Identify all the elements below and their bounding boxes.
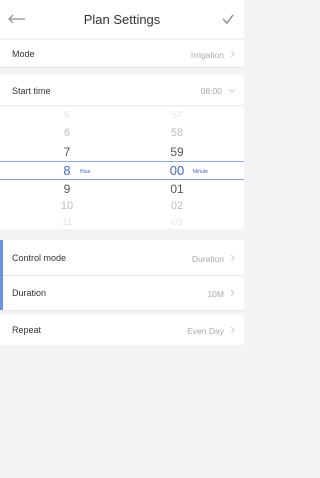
control-mode-label: Control mode [12,253,67,263]
selection-line-bottom [0,179,244,180]
minute-unit-label: Minute [193,169,209,175]
duration-label: Duration [12,288,47,298]
hour-unit-label: Hour [80,169,91,175]
duration-row[interactable]: Duration 10M [0,276,244,310]
repeat-row[interactable]: Repeat Even Day [0,315,244,345]
minute-option[interactable]: 03 [165,218,189,227]
header-bar: Plan Settings [0,0,244,38]
chevron-right-icon [230,254,235,262]
minute-option[interactable]: 59 [165,146,189,158]
control-mode-value: Duration [191,254,224,264]
minute-selected[interactable]: 00 [165,164,189,177]
page-title: Plan Settings [83,12,161,27]
chevron-right-icon [230,289,235,297]
minute-option[interactable]: 01 [165,183,189,195]
control-mode-row[interactable]: Control mode Duration [0,240,244,275]
hour-option[interactable]: 10 [58,201,76,212]
duration-value: 10M [207,289,224,299]
hour-selected[interactable]: 8 [58,164,76,177]
time-picker[interactable]: 5 6 7 8 Hour 9 10 11 57 58 59 00 Minute … [0,107,244,229]
hour-option[interactable]: 5 [58,111,76,120]
divider [0,310,244,311]
confirm-check-icon[interactable] [221,12,235,26]
chevron-right-icon [230,50,235,58]
repeat-value: Even Day [187,326,224,336]
start-time-row[interactable]: Start time 08:00 [0,75,244,105]
chevron-down-icon [228,88,236,93]
minute-option[interactable]: 02 [165,201,189,212]
start-time-label: Start time [12,86,51,96]
mode-value: Irrigation [190,50,224,60]
selection-line-top [0,161,244,162]
hour-option[interactable]: 11 [58,218,76,227]
hour-option[interactable]: 9 [58,183,76,195]
repeat-label: Repeat [12,325,42,335]
chevron-right-icon [230,326,235,334]
mode-row[interactable]: Mode Irrigation [0,40,244,67]
minute-option[interactable]: 58 [165,128,189,139]
mode-label: Mode [12,49,35,59]
hour-option[interactable]: 6 [58,128,76,139]
start-time-value: 08:00 [200,86,222,96]
hour-option[interactable]: 7 [58,146,76,158]
divider [0,67,244,68]
minute-option[interactable]: 57 [165,111,189,120]
section-accent-bar [0,240,3,310]
